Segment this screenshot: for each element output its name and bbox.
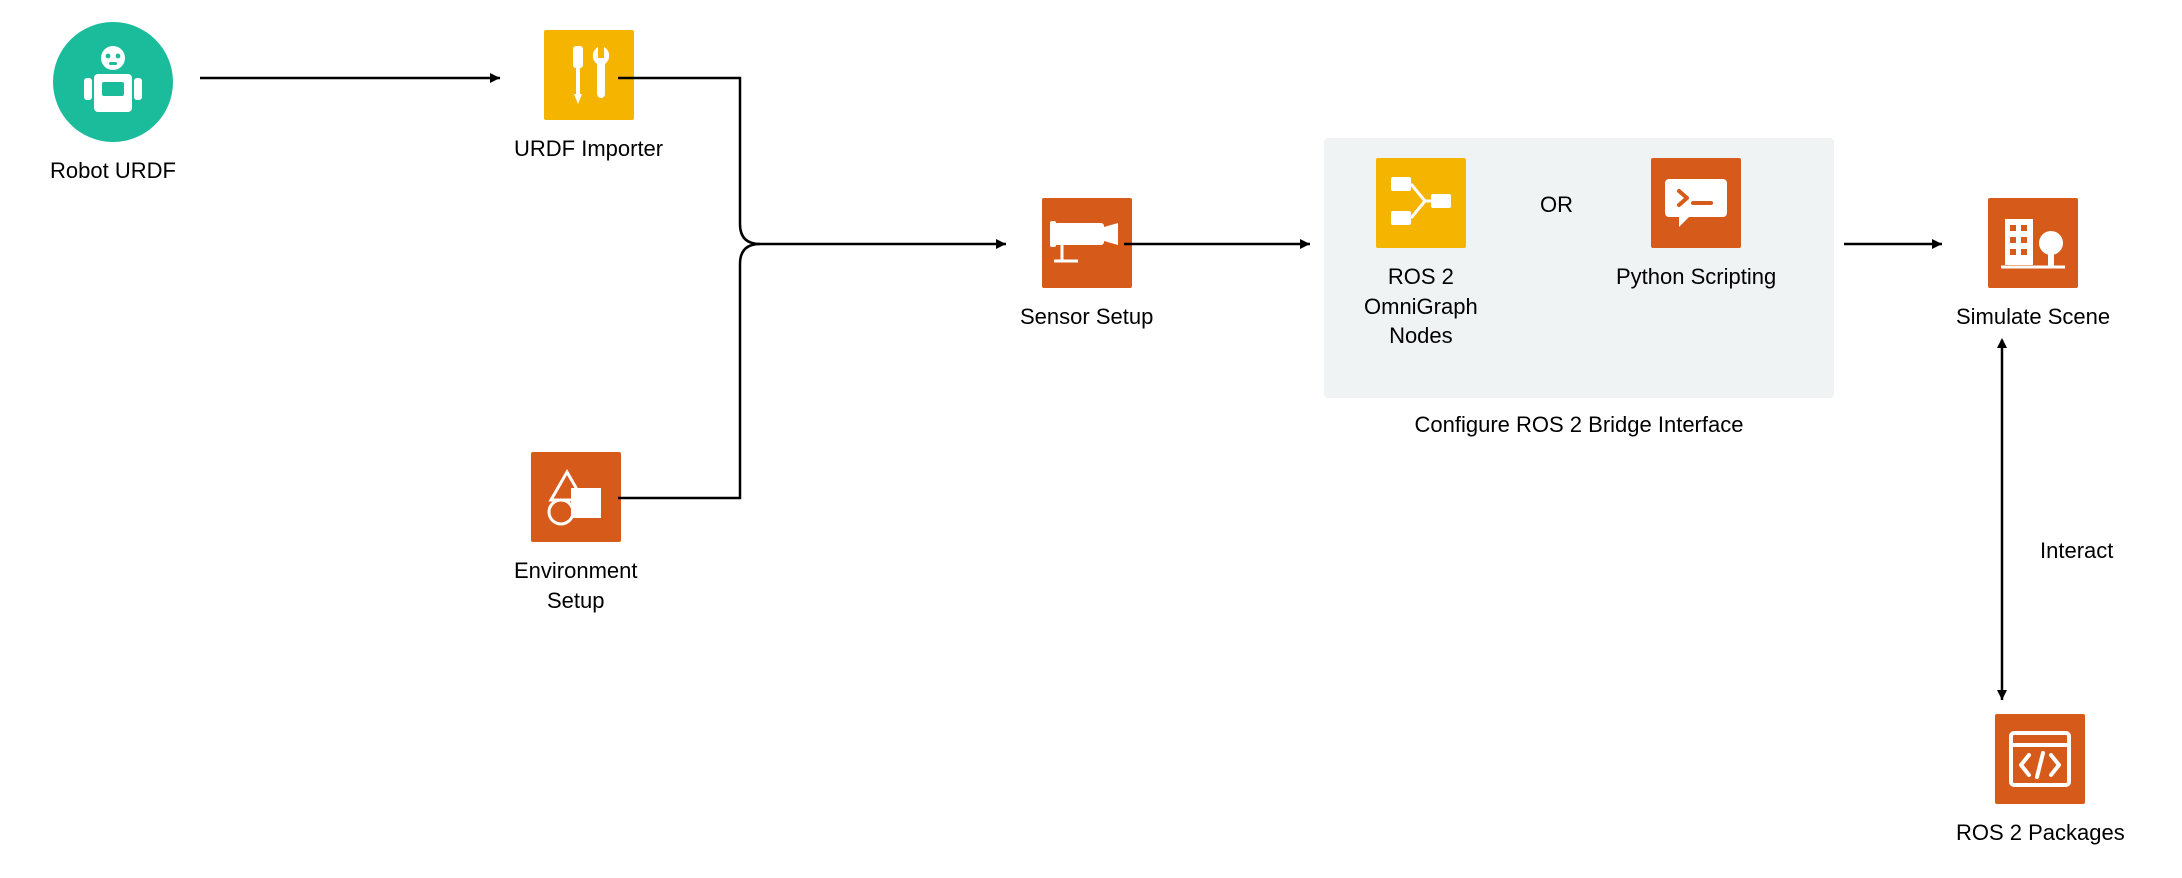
scene-icon <box>1988 198 2078 288</box>
environment-setup-label: Environment Setup <box>514 556 638 615</box>
shapes-icon <box>531 452 621 542</box>
node-ros2-packages: ROS 2 Packages <box>1956 714 2125 848</box>
node-ros2-omnigraph: ROS 2 OmniGraph Nodes <box>1364 158 1478 351</box>
sensor-setup-label: Sensor Setup <box>1020 302 1153 332</box>
simulate-scene-label: Simulate Scene <box>1956 302 2110 332</box>
node-environment-setup: Environment Setup <box>514 452 638 615</box>
connectors-overlay <box>0 0 2182 878</box>
interact-label: Interact <box>2040 538 2113 564</box>
python-scripting-label: Python Scripting <box>1616 262 1776 292</box>
robot-urdf-label: Robot URDF <box>50 156 176 186</box>
camera-icon <box>1042 198 1132 288</box>
tools-icon <box>544 30 634 120</box>
robot-icon <box>53 22 173 142</box>
ros2-packages-label: ROS 2 Packages <box>1956 818 2125 848</box>
urdf-importer-label: URDF Importer <box>514 134 663 164</box>
terminal-chat-icon <box>1651 158 1741 248</box>
graph-nodes-icon <box>1376 158 1466 248</box>
node-urdf-importer: URDF Importer <box>514 30 663 164</box>
node-sensor-setup: Sensor Setup <box>1020 198 1153 332</box>
bridge-group-label: Configure ROS 2 Bridge Interface <box>1324 412 1834 438</box>
code-window-icon <box>1995 714 2085 804</box>
node-robot-urdf: Robot URDF <box>50 22 176 186</box>
or-label: OR <box>1540 192 1573 218</box>
node-simulate-scene: Simulate Scene <box>1956 198 2110 332</box>
ros2-omnigraph-label: ROS 2 OmniGraph Nodes <box>1364 262 1478 351</box>
node-python-scripting: Python Scripting <box>1616 158 1776 292</box>
